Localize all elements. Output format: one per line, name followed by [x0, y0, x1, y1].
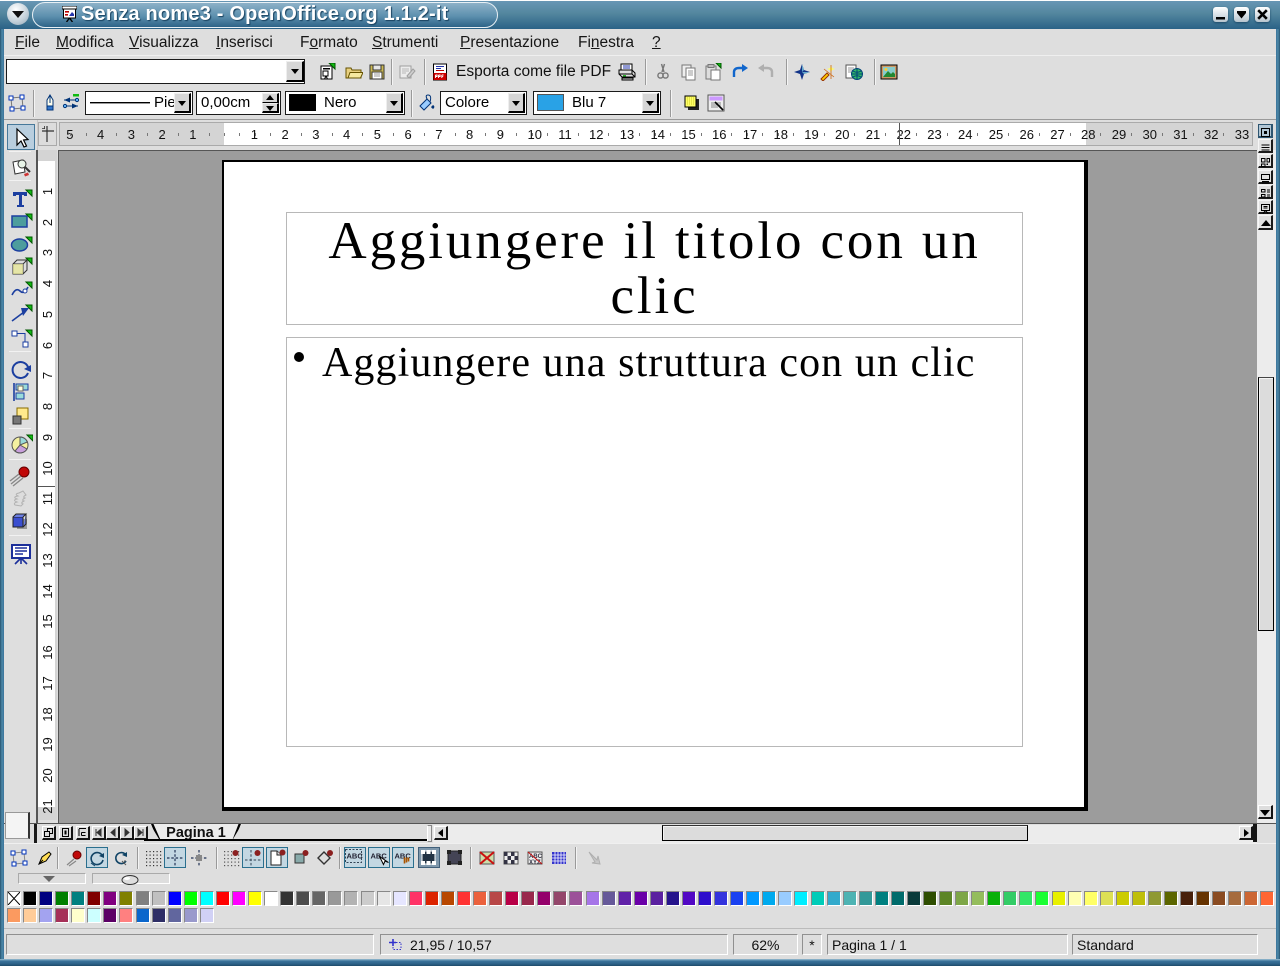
svg-text:XYZ: XYZ — [529, 860, 541, 866]
svg-text:ABC: ABC — [347, 851, 364, 860]
